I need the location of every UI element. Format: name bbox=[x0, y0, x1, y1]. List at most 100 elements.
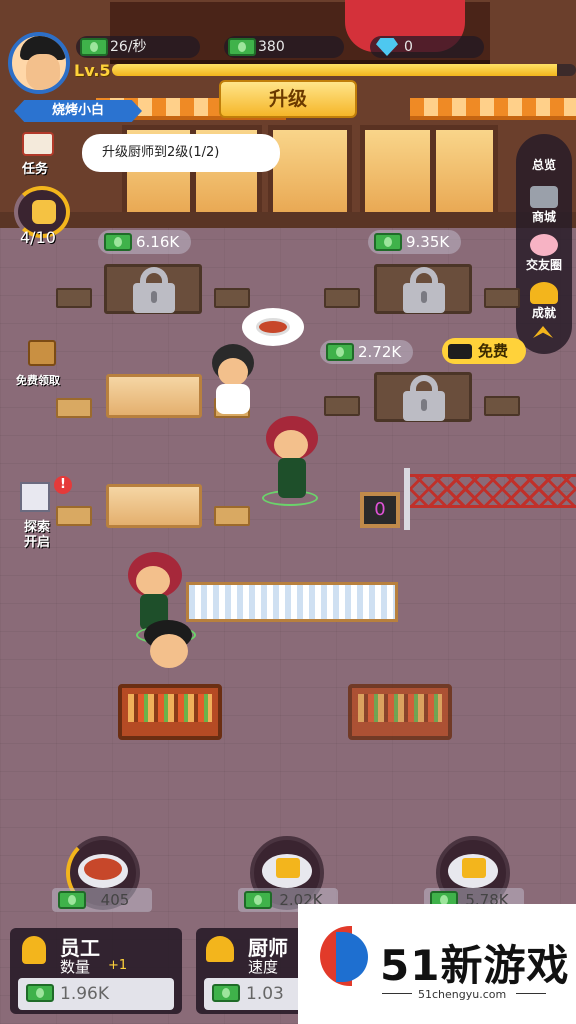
unlock-table-price[interactable]: 6.16K bbox=[98, 230, 192, 254]
unlock-price-value: 9.35K bbox=[406, 233, 450, 251]
free-gift-button[interactable]: 免费领取 bbox=[14, 336, 70, 387]
player-avatar[interactable] bbox=[8, 32, 70, 94]
free-gift-label: 免费领取 bbox=[16, 374, 60, 387]
task-button[interactable]: 任务 bbox=[14, 130, 60, 177]
unlock-price-value: 2.72K bbox=[358, 343, 402, 361]
brand-logo bbox=[320, 926, 368, 986]
diamond-icon bbox=[376, 38, 398, 56]
lock-keyhole bbox=[421, 291, 427, 303]
chef-upgrade-cost[interactable]: 1.03 bbox=[204, 978, 304, 1010]
dish-price-value: 405 bbox=[100, 891, 130, 909]
cash-value: 380 bbox=[258, 39, 285, 55]
unlock-price-value: 6.16K bbox=[136, 233, 180, 251]
cash-icon bbox=[26, 984, 54, 1002]
food-order-icon bbox=[256, 318, 290, 336]
grill-station[interactable] bbox=[118, 684, 222, 740]
stool bbox=[214, 288, 250, 308]
income-rate-value: 26/秒 bbox=[110, 39, 147, 55]
stool bbox=[484, 396, 520, 416]
task-description[interactable]: 升级厨师到2级(1/2) bbox=[82, 134, 280, 172]
dining-table bbox=[106, 374, 202, 418]
staff-subtitle: 数量 bbox=[60, 958, 91, 976]
cash-pill: 380 bbox=[224, 36, 344, 58]
gem-pill[interactable]: 0 bbox=[370, 36, 484, 58]
cash-icon bbox=[228, 38, 256, 56]
income-rate-pill: 26/秒 bbox=[76, 36, 200, 58]
cash-icon bbox=[58, 891, 86, 909]
task-label: 任务 bbox=[22, 162, 49, 177]
chef-upgrade-card[interactable]: 厨师 速度 1.03 bbox=[196, 928, 306, 1014]
side-nav-overview[interactable]: 总览 bbox=[516, 156, 572, 173]
watermark-url: 51chengyu.com bbox=[418, 988, 507, 1001]
trophy-icon bbox=[530, 282, 558, 304]
side-nav-achievements[interactable]: 成就 bbox=[516, 282, 572, 320]
lock-icon bbox=[276, 858, 300, 878]
side-nav-shop-label: 商城 bbox=[531, 210, 556, 224]
divider bbox=[516, 993, 546, 994]
alert-badge: ! bbox=[54, 476, 72, 494]
dish-price: 405 bbox=[52, 888, 152, 912]
window bbox=[268, 125, 352, 217]
watermark: 51新游戏 51chengyu.com bbox=[298, 904, 576, 1024]
waitress-body[interactable] bbox=[278, 458, 306, 498]
staff-icon bbox=[22, 936, 46, 964]
staff-upgrade-card[interactable]: 员工 数量 +1 1.96K bbox=[10, 928, 182, 1014]
window-divider bbox=[430, 125, 436, 217]
cash-icon bbox=[244, 891, 272, 909]
staff-upgrade-cost[interactable]: 1.96K bbox=[18, 978, 174, 1010]
stool bbox=[214, 506, 250, 526]
stool bbox=[324, 396, 360, 416]
stool bbox=[56, 398, 92, 418]
cash-icon bbox=[104, 233, 132, 251]
divider bbox=[382, 993, 412, 994]
stool bbox=[324, 288, 360, 308]
likes-count: 4/10 bbox=[20, 228, 56, 247]
grill-station[interactable] bbox=[348, 684, 452, 740]
thumbs-up-icon bbox=[32, 200, 56, 224]
stool bbox=[56, 506, 92, 526]
task-scroll-icon bbox=[22, 132, 54, 156]
free-unlock-button[interactable]: 免费 bbox=[442, 338, 526, 364]
order-bubble bbox=[242, 308, 304, 346]
locked-table[interactable] bbox=[104, 264, 202, 314]
unlock-table-price[interactable]: 2.72K bbox=[320, 340, 414, 364]
skewer-dish-icon bbox=[84, 858, 122, 880]
gift-icon bbox=[28, 340, 56, 366]
customer-face bbox=[218, 358, 248, 386]
serving-counter bbox=[186, 582, 398, 622]
video-icon bbox=[448, 344, 472, 359]
customer-body bbox=[216, 384, 250, 414]
side-nav-shop[interactable]: 商城 bbox=[516, 186, 572, 224]
lock-icon bbox=[462, 858, 486, 878]
chef-hat-icon bbox=[206, 936, 234, 962]
staff-bonus: +1 bbox=[108, 958, 128, 973]
map-search-icon bbox=[20, 482, 50, 512]
skewers bbox=[358, 694, 442, 722]
chef-cost-value: 1.03 bbox=[246, 984, 284, 1004]
cash-icon bbox=[212, 984, 240, 1002]
avatar-face bbox=[26, 54, 60, 90]
chef-face[interactable] bbox=[150, 634, 188, 668]
side-nav-friends[interactable]: 交友圈 bbox=[516, 234, 572, 272]
locked-table[interactable] bbox=[374, 264, 472, 314]
stool bbox=[484, 288, 520, 308]
queue-board: 0 bbox=[360, 492, 400, 528]
waitress-face bbox=[136, 566, 170, 596]
side-nav-friends-label: 交友圈 bbox=[525, 258, 562, 272]
watermark-brand: 51新游戏 bbox=[380, 941, 570, 990]
dining-table bbox=[106, 484, 202, 528]
upgrade-restaurant-button[interactable]: 升级 bbox=[219, 80, 357, 118]
locked-table[interactable] bbox=[374, 372, 472, 422]
skewers bbox=[128, 694, 212, 722]
cash-icon bbox=[326, 343, 354, 361]
awning-right bbox=[410, 98, 576, 120]
staff-cost-value: 1.96K bbox=[60, 984, 109, 1004]
explore-label-line2: 开启 bbox=[24, 535, 51, 550]
xp-bar-fill bbox=[112, 64, 558, 76]
gem-value: 0 bbox=[404, 39, 413, 55]
lock-keyhole bbox=[421, 399, 427, 411]
cash-icon bbox=[374, 233, 402, 251]
side-nav-achievements-label: 成就 bbox=[531, 306, 556, 320]
unlock-table-price[interactable]: 9.35K bbox=[368, 230, 462, 254]
window bbox=[360, 125, 498, 217]
